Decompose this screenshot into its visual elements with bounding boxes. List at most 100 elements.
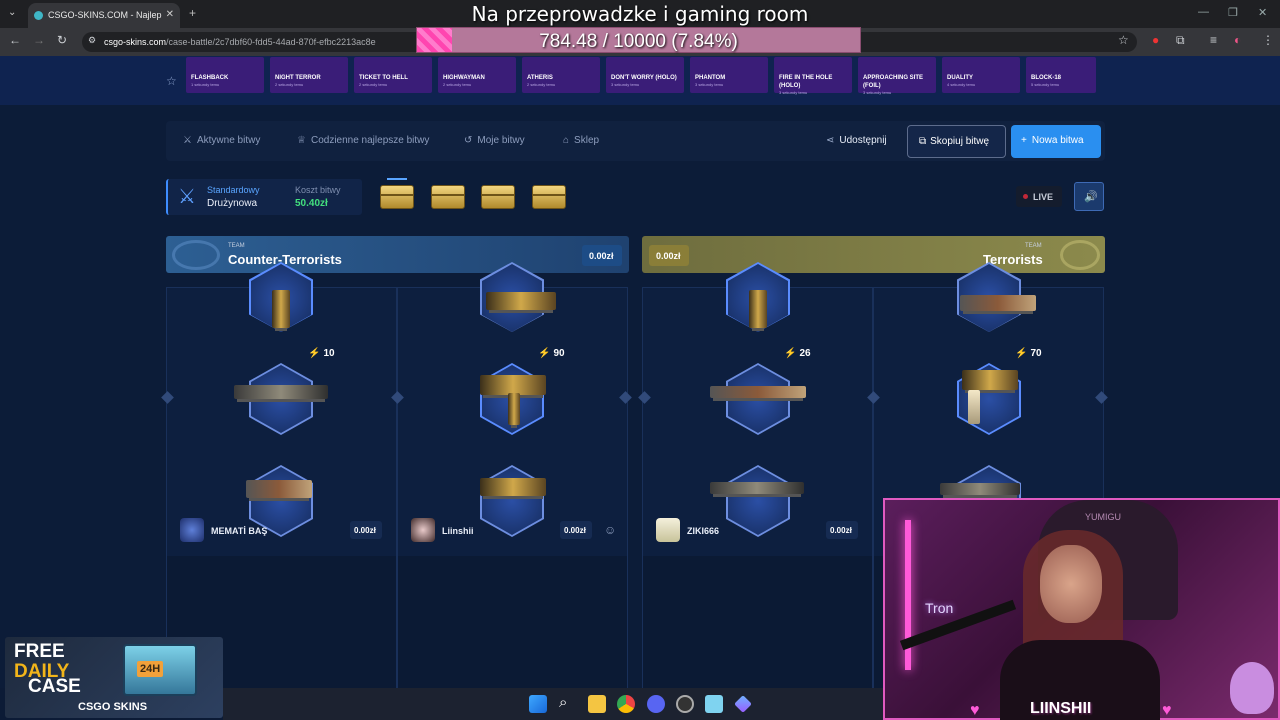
start-menu-icon[interactable]	[529, 695, 547, 713]
snake-mascot-icon	[1230, 662, 1274, 714]
search-icon[interactable]: ⌕	[559, 694, 567, 711]
new-battle-button[interactable]: + Nowa bitwa	[1011, 125, 1101, 158]
neon-sign: Tron	[925, 600, 954, 616]
battle-mode: Standardowy	[207, 185, 260, 195]
tab-title: CSGO-SKINS.COM - Najlep	[48, 10, 162, 20]
roll-count: ⚡ 26	[784, 348, 811, 359]
case-chest-icon[interactable]	[431, 185, 465, 209]
column-lower-area	[643, 556, 872, 689]
roll-count-value: 90	[553, 348, 565, 359]
case-strip-item[interactable]: FLASHBACK 1 sekundy temu	[186, 57, 264, 93]
close-tab-icon[interactable]: ✕	[166, 9, 174, 20]
case-strip-item[interactable]: HIGHWAYMAN 2 sekundy temu	[438, 57, 516, 93]
roll-count-value: 70	[1030, 348, 1042, 359]
skin-weapon-image	[710, 386, 806, 398]
battle-cost-value: 50.40zł	[295, 198, 328, 209]
case-strip-name: DON'T WORRY (HOLO)	[611, 75, 677, 81]
sound-toggle-icon[interactable]: 🔊	[1074, 182, 1104, 211]
case-strip-time: 2 sekundy temu	[275, 82, 304, 87]
emoji-reaction-icon[interactable]: ☺	[604, 523, 616, 537]
case-strip-item[interactable]: PHANTOM 3 sekundy temu	[690, 57, 768, 93]
ct-emblem-icon	[172, 240, 220, 270]
nav-shop[interactable]: ⌂ Sklep	[563, 135, 599, 146]
bolt-icon: ⚡	[1015, 348, 1028, 359]
extension-icon[interactable]: ●	[1152, 33, 1159, 47]
player-name[interactable]: Liinshii	[442, 526, 474, 552]
nav-label: Codzienne najlepsze bitwy	[310, 135, 430, 146]
nav-label: Sklep	[574, 135, 600, 146]
stream-title: Na przeprowadzke i gaming room	[471, 2, 809, 26]
case-strip-item[interactable]: NIGHT TERROR 2 sekundy temu	[270, 57, 348, 93]
chrome-icon[interactable]	[617, 695, 635, 713]
copy-battle-button[interactable]: ⧉ Skopiuj bitwę	[907, 125, 1006, 158]
player-name[interactable]: ZIKI666	[687, 526, 719, 552]
skin-weapon-image	[710, 482, 804, 494]
share-button[interactable]: ⋖ Udostępnij	[826, 135, 887, 146]
case-strip-time: 2 sekundy temu	[443, 82, 472, 87]
notepad-icon[interactable]	[705, 695, 723, 713]
avatar[interactable]	[656, 518, 680, 542]
promo-brand: CSGO SKINS	[78, 701, 148, 713]
bolt-icon: ⚡	[784, 348, 797, 359]
discord-icon[interactable]	[647, 695, 665, 713]
browser-tab[interactable]: CSGO-SKINS.COM - Najlep ✕	[28, 3, 180, 28]
bolt-icon: ⚡	[538, 348, 551, 359]
streamer-name: LIINSHII	[1030, 700, 1092, 717]
avatar[interactable]	[411, 518, 435, 542]
extensions-puzzle-icon[interactable]: ⧉	[1176, 33, 1185, 48]
obs-icon[interactable]	[676, 695, 694, 713]
nav-daily-best[interactable]: ♕ Codzienne najlepsze bitwy	[297, 135, 429, 146]
new-tab-icon[interactable]: +	[189, 6, 196, 20]
player-name[interactable]: MEMATİ BAŞ	[211, 526, 267, 552]
reload-icon[interactable]: ↻	[57, 33, 67, 47]
back-icon[interactable]: ←	[9, 33, 21, 47]
case-strip-time: 3 sekundy temu	[695, 82, 724, 87]
skin-weapon-image	[962, 370, 1018, 390]
case-strip-item[interactable]: TICKET TO HELL 2 sekundy temu	[354, 57, 432, 93]
case-chest-icon[interactable]	[481, 185, 515, 209]
tab-list-icon[interactable]: ⌄	[8, 7, 16, 18]
nav-label: Moje bitwy	[477, 135, 525, 146]
case-strip-item[interactable]: DON'T WORRY (HOLO) 3 sekundy temu	[606, 57, 684, 93]
file-explorer-icon[interactable]	[588, 695, 606, 713]
case-chest-icon[interactable]	[380, 185, 414, 209]
promo-line-case: CASE	[28, 676, 81, 697]
maximize-icon[interactable]: ❐	[1228, 6, 1238, 19]
roll-count: ⚡ 90	[538, 348, 565, 359]
bookmark-star-icon[interactable]: ☆	[1118, 33, 1129, 47]
skin-weapon-image	[480, 478, 546, 496]
team-label: TEAM	[228, 243, 245, 249]
nav-my-battles[interactable]: ↺ Moje bitwy	[464, 135, 525, 146]
minimize-icon[interactable]: —	[1198, 6, 1209, 18]
site-info-icon[interactable]: ⚙	[88, 35, 96, 46]
skin-weapon-image	[960, 295, 1036, 311]
favorites-star-icon[interactable]: ☆	[166, 74, 177, 88]
case-strip-item[interactable]: ATHERIS 2 sekundy temu	[522, 57, 600, 93]
team-value: 0.00zł	[649, 245, 689, 266]
case-strip-item[interactable]: FIRE IN THE HOLE (HOLO) 3 sekundy temu	[774, 57, 852, 95]
nav-label: Aktywne bitwy	[196, 135, 261, 146]
case-strip-name: DUALITY	[947, 75, 973, 81]
case-strip-name: APPROACHING SITE (FOIL)	[863, 75, 924, 89]
close-window-icon[interactable]: ✕	[1258, 6, 1267, 19]
case-strip-name: HIGHWAYMAN	[443, 75, 485, 81]
share-label: Udostępnij	[839, 135, 887, 146]
roll-count: ⚡ 10	[308, 348, 335, 359]
forward-icon[interactable]: →	[33, 33, 45, 47]
case-strip-name: TICKET TO HELL	[359, 75, 408, 81]
case-strip-item[interactable]: APPROACHING SITE (FOIL) 3 sekundy temu	[858, 57, 936, 95]
promo-line-free: FREE	[14, 641, 65, 662]
heart-icon: ♥	[970, 702, 980, 719]
case-chest-icon[interactable]	[532, 185, 566, 209]
crossed-swords-icon: ⚔	[178, 186, 196, 208]
avatar[interactable]	[180, 518, 204, 542]
case-strip-item[interactable]: DUALITY 4 sekundy temu	[942, 57, 1020, 93]
history-icon: ↺	[464, 135, 473, 146]
profile-avatar-icon[interactable]: ◐	[1234, 33, 1241, 47]
skin-weapon-image	[272, 290, 290, 328]
menu-icon[interactable]: ⋮	[1262, 33, 1274, 47]
heart-icon: ♥	[1162, 702, 1172, 719]
media-control-icon[interactable]: ≡	[1210, 33, 1217, 47]
nav-active-battles[interactable]: ⚔ Aktywne bitwy	[183, 135, 260, 146]
case-strip-item[interactable]: BLOCK-18 5 sekundy temu	[1026, 57, 1096, 93]
